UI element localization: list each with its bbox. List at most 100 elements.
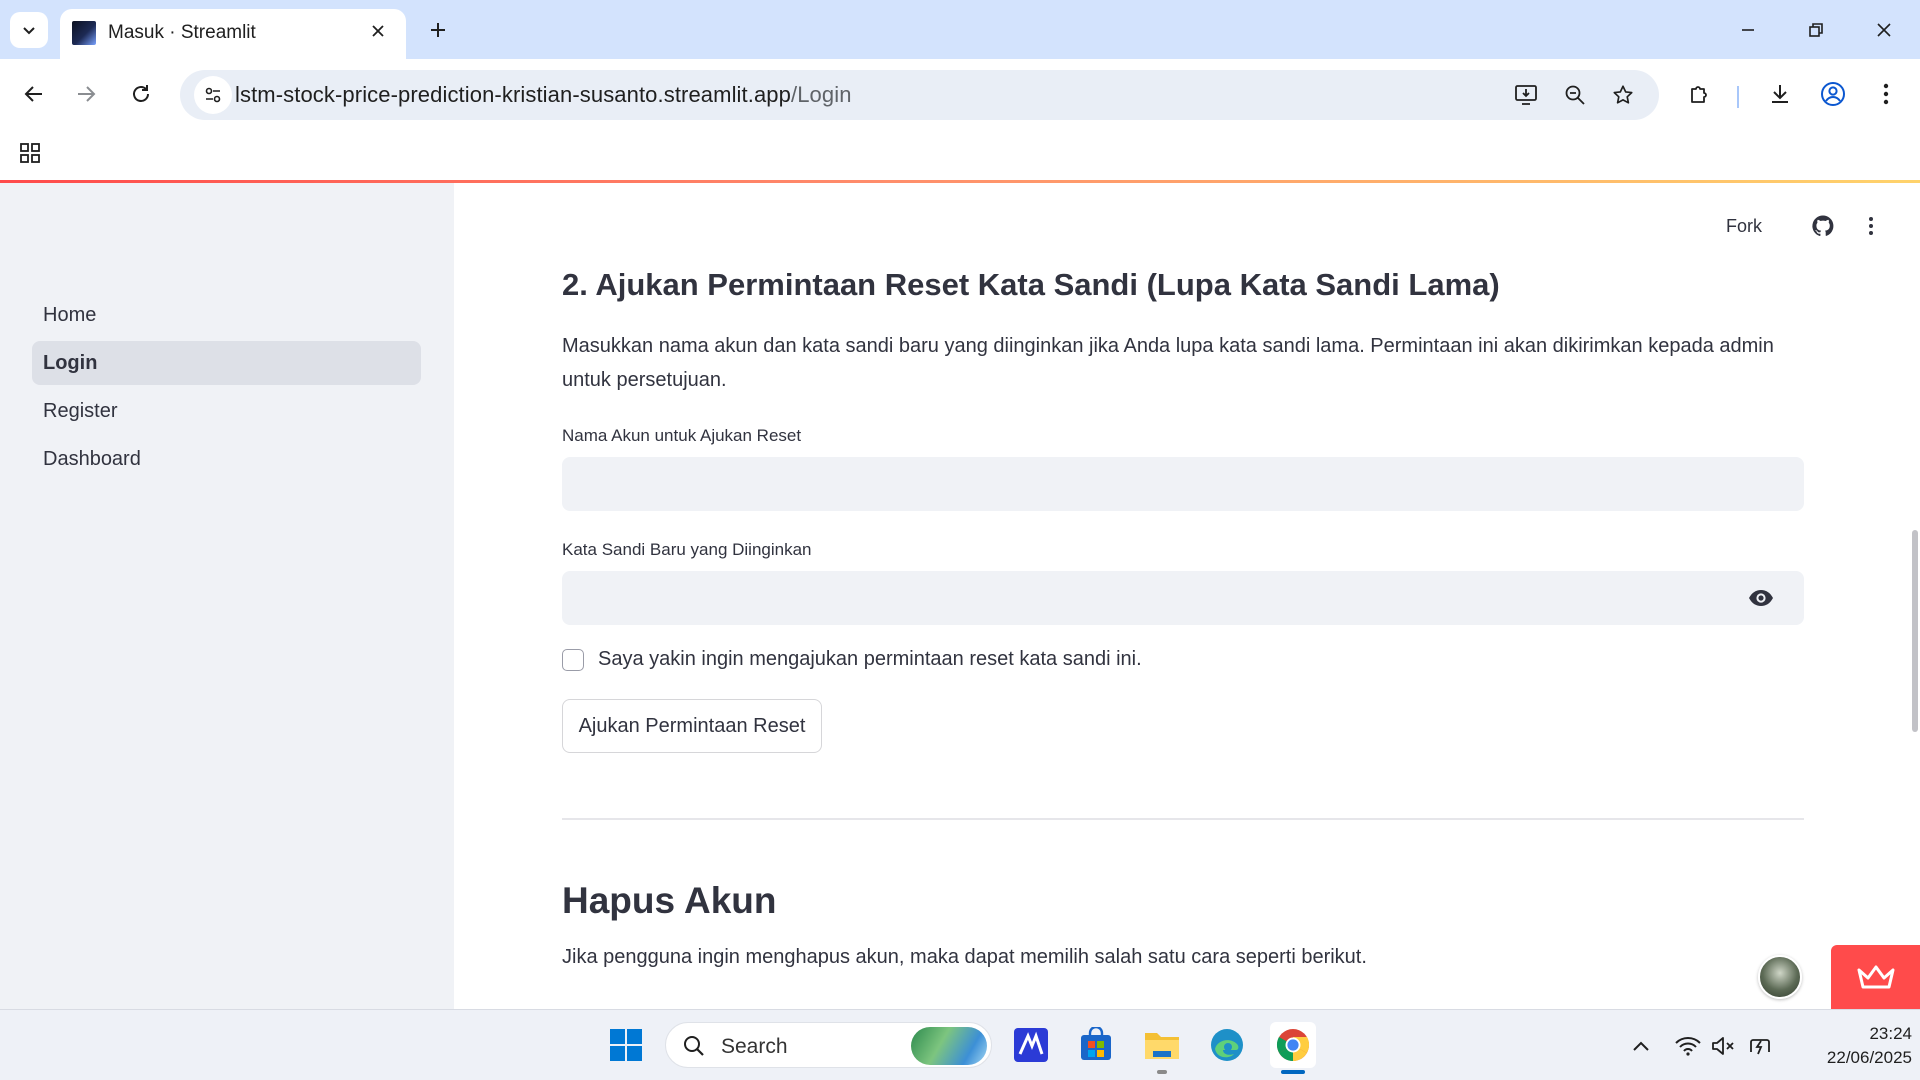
show-hidden-icons-button[interactable] bbox=[1627, 1033, 1655, 1059]
plus-icon bbox=[431, 23, 445, 37]
close-window-button[interactable] bbox=[1862, 10, 1906, 50]
close-icon bbox=[372, 25, 384, 37]
taskbar-app-file-explorer[interactable] bbox=[1139, 1022, 1185, 1068]
arrow-right-icon bbox=[78, 86, 96, 102]
file-explorer-running-indicator bbox=[1157, 1070, 1167, 1074]
confirm-reset-checkbox-row[interactable]: Saya yakin ingin mengajukan permintaan r… bbox=[562, 648, 1142, 671]
sidebar-item-register[interactable]: Register bbox=[32, 389, 421, 433]
page-scrollbar[interactable] bbox=[1912, 530, 1918, 732]
tab-search-button[interactable] bbox=[10, 12, 48, 48]
minimize-button[interactable] bbox=[1726, 10, 1770, 50]
downloads-button[interactable] bbox=[1760, 74, 1800, 114]
new-password-input[interactable] bbox=[562, 571, 1804, 625]
sidebar-item-home[interactable]: Home bbox=[32, 293, 421, 337]
url-text: lstm-stock-price-prediction-kristian-sus… bbox=[235, 82, 852, 108]
new-tab-button[interactable] bbox=[420, 12, 456, 48]
bookmark-star-button[interactable] bbox=[1603, 75, 1643, 115]
chevron-down-icon bbox=[23, 27, 35, 35]
sidebar-item-label: Home bbox=[43, 303, 97, 326]
browser-tab-bar: Masuk · Streamlit bbox=[0, 0, 1920, 59]
address-bar[interactable]: lstm-stock-price-prediction-kristian-sus… bbox=[180, 70, 1659, 120]
sidebar-item-label: Register bbox=[43, 399, 118, 422]
taskbar-search[interactable]: Search bbox=[665, 1022, 992, 1068]
edge-browser-icon bbox=[1211, 1029, 1243, 1061]
taskbar-app-ai-editor[interactable] bbox=[1008, 1022, 1054, 1068]
puzzle-icon bbox=[1691, 86, 1707, 103]
tune-icon bbox=[205, 87, 221, 103]
forward-button[interactable] bbox=[66, 74, 106, 114]
taskbar-app-chrome[interactable] bbox=[1270, 1022, 1316, 1068]
profile-button[interactable] bbox=[1813, 74, 1853, 114]
toolbar-separator bbox=[1737, 86, 1739, 108]
confirm-reset-checkbox[interactable] bbox=[562, 648, 584, 671]
github-button[interactable] bbox=[1810, 213, 1836, 239]
wifi-status-button[interactable] bbox=[1674, 1033, 1702, 1059]
tab-title: Masuk · Streamlit bbox=[108, 22, 256, 43]
browser-tab-active[interactable]: Masuk · Streamlit bbox=[60, 9, 406, 59]
restore-icon bbox=[1809, 23, 1823, 37]
windows-taskbar: Search 23:24 22/06/2025 bbox=[0, 1009, 1920, 1080]
main-content: Fork 2. Ajukan Permintaan Reset Kata San… bbox=[454, 183, 1920, 1009]
taskbar-clock[interactable]: 23:24 22/06/2025 bbox=[1792, 1022, 1912, 1070]
back-button[interactable] bbox=[14, 74, 54, 114]
volume-muted-icon bbox=[1712, 1037, 1734, 1055]
streamlit-favicon-icon bbox=[72, 21, 96, 45]
search-icon bbox=[684, 1036, 704, 1056]
viewer-avatar[interactable] bbox=[1758, 955, 1802, 999]
streamlit-cloud-badge-button[interactable] bbox=[1831, 945, 1920, 1009]
restore-button[interactable] bbox=[1794, 10, 1838, 50]
app-tile-icon bbox=[1014, 1028, 1048, 1062]
chrome-active-indicator bbox=[1281, 1070, 1305, 1074]
search-highlight-image bbox=[911, 1027, 987, 1065]
sidebar-item-login[interactable]: Login bbox=[32, 341, 421, 385]
account-circle-icon bbox=[1821, 82, 1845, 106]
url-path: /Login bbox=[790, 82, 852, 107]
extensions-button[interactable] bbox=[1680, 74, 1720, 114]
reset-section-description: Masukkan nama akun dan kata sandi baru y… bbox=[562, 335, 1774, 391]
more-vertical-icon bbox=[1869, 217, 1873, 235]
app-menu-button[interactable] bbox=[1858, 213, 1884, 239]
show-password-toggle[interactable] bbox=[1748, 586, 1774, 610]
reload-button[interactable] bbox=[121, 74, 161, 114]
zoom-button[interactable] bbox=[1555, 75, 1595, 115]
reset-username-input[interactable] bbox=[562, 457, 1804, 511]
tab-close-button[interactable] bbox=[364, 17, 392, 45]
chrome-browser-icon bbox=[1276, 1029, 1310, 1061]
apps-button[interactable] bbox=[14, 137, 46, 169]
clock-time: 23:24 bbox=[1869, 1024, 1912, 1043]
minimize-icon bbox=[1742, 29, 1754, 31]
sidebar-item-dashboard[interactable]: Dashboard bbox=[32, 437, 421, 481]
taskbar-search-placeholder: Search bbox=[721, 1035, 788, 1058]
more-vertical-icon bbox=[1883, 83, 1889, 105]
battery-status-button[interactable] bbox=[1746, 1033, 1774, 1059]
submit-reset-request-button[interactable]: Ajukan Permintaan Reset bbox=[562, 699, 822, 753]
browser-menu-button[interactable] bbox=[1866, 74, 1906, 114]
bookmarks-bar bbox=[0, 129, 1920, 179]
folder-icon bbox=[1145, 1033, 1179, 1059]
close-icon bbox=[1877, 23, 1891, 37]
eye-icon bbox=[1749, 590, 1773, 606]
fork-button[interactable]: Fork bbox=[1726, 216, 1762, 237]
star-icon bbox=[1613, 85, 1633, 104]
site-info-button[interactable] bbox=[194, 76, 232, 114]
reset-section-heading: 2. Ajukan Permintaan Reset Kata Sandi (L… bbox=[562, 267, 1500, 302]
start-button[interactable] bbox=[603, 1022, 649, 1068]
confirm-reset-label: Saya yakin ingin mengajukan permintaan r… bbox=[598, 648, 1142, 670]
delete-account-heading: Hapus Akun bbox=[562, 880, 777, 921]
clock-date: 22/06/2025 bbox=[1826, 1048, 1912, 1067]
taskbar-app-store[interactable] bbox=[1073, 1022, 1119, 1068]
taskbar-app-edge[interactable] bbox=[1204, 1022, 1250, 1068]
install-app-button[interactable] bbox=[1506, 75, 1546, 115]
battery-charging-icon bbox=[1750, 1039, 1770, 1055]
chevron-up-icon bbox=[1633, 1041, 1649, 1051]
install-app-icon bbox=[1515, 85, 1537, 105]
store-bag-icon bbox=[1081, 1027, 1111, 1060]
zoom-out-icon bbox=[1565, 85, 1585, 105]
volume-button[interactable] bbox=[1710, 1033, 1738, 1059]
apps-grid-icon bbox=[20, 143, 40, 163]
app-header-actions: Fork bbox=[1726, 213, 1884, 239]
download-icon bbox=[1772, 85, 1788, 103]
wifi-icon bbox=[1675, 1037, 1701, 1056]
sidebar-item-label: Login bbox=[43, 351, 98, 374]
arrow-left-icon bbox=[24, 86, 42, 102]
